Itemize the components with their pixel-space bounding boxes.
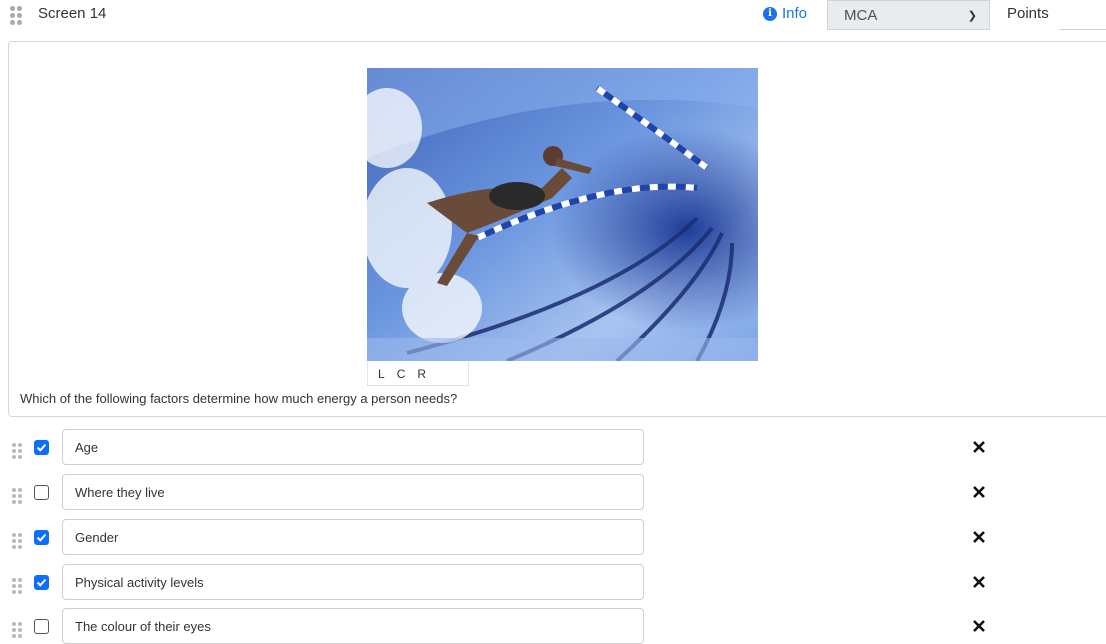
answer-input[interactable]: Where they live [62,474,644,510]
close-icon[interactable] [972,530,986,544]
answer-option-row: Physical activity levels [0,564,1106,600]
question-type-select[interactable]: MCA ❯ [827,0,990,30]
question-type-value: MCA [844,6,878,24]
checkmark-icon [36,443,47,452]
correct-checkbox[interactable] [34,619,49,634]
info-icon: i [763,6,777,21]
close-icon[interactable] [972,485,986,499]
close-icon[interactable] [972,619,986,633]
question-image [367,68,758,361]
close-icon[interactable] [972,440,986,454]
chevron-down-icon: ❯ [967,9,977,22]
info-link[interactable]: i Info [763,5,807,22]
swimmer-photo-icon [367,68,758,361]
question-box: L C R Which of the following factors det… [8,41,1106,417]
question-header: Screen 14 i Info MCA ❯ Points [0,0,1106,34]
drag-handle-icon[interactable] [12,533,22,549]
close-icon[interactable] [972,575,986,589]
answer-option-row: Gender [0,519,1106,555]
answer-input[interactable]: The colour of their eyes [62,608,644,644]
answer-input[interactable]: Age [62,429,644,465]
drag-handle-icon[interactable] [12,578,22,594]
correct-checkbox[interactable] [34,440,49,455]
screen-title: Screen 14 [38,5,107,22]
align-center-button[interactable]: C [397,367,406,381]
image-align-bar: L C R [367,362,469,386]
points-label: Points [1007,5,1049,22]
answer-option-row: Where they live [0,474,1106,510]
checkmark-icon [36,533,47,542]
drag-handle-icon[interactable] [12,488,22,504]
answer-input[interactable]: Physical activity levels [62,564,644,600]
correct-checkbox[interactable] [34,575,49,590]
answer-input[interactable]: Gender [62,519,644,555]
align-left-button[interactable]: L [378,367,385,381]
align-right-button[interactable]: R [417,367,426,381]
answer-option-row: Age [0,429,1106,465]
info-label: Info [782,5,808,22]
question-text[interactable]: Which of the following factors determine… [20,391,457,406]
checkmark-icon [36,578,47,587]
drag-handle-icon[interactable] [12,443,22,459]
correct-checkbox[interactable] [34,485,49,500]
answer-option-row: The colour of their eyes [0,608,1106,644]
drag-handle-icon[interactable] [10,6,22,25]
drag-handle-icon[interactable] [12,622,22,638]
correct-checkbox[interactable] [34,530,49,545]
points-input[interactable] [1059,3,1106,30]
